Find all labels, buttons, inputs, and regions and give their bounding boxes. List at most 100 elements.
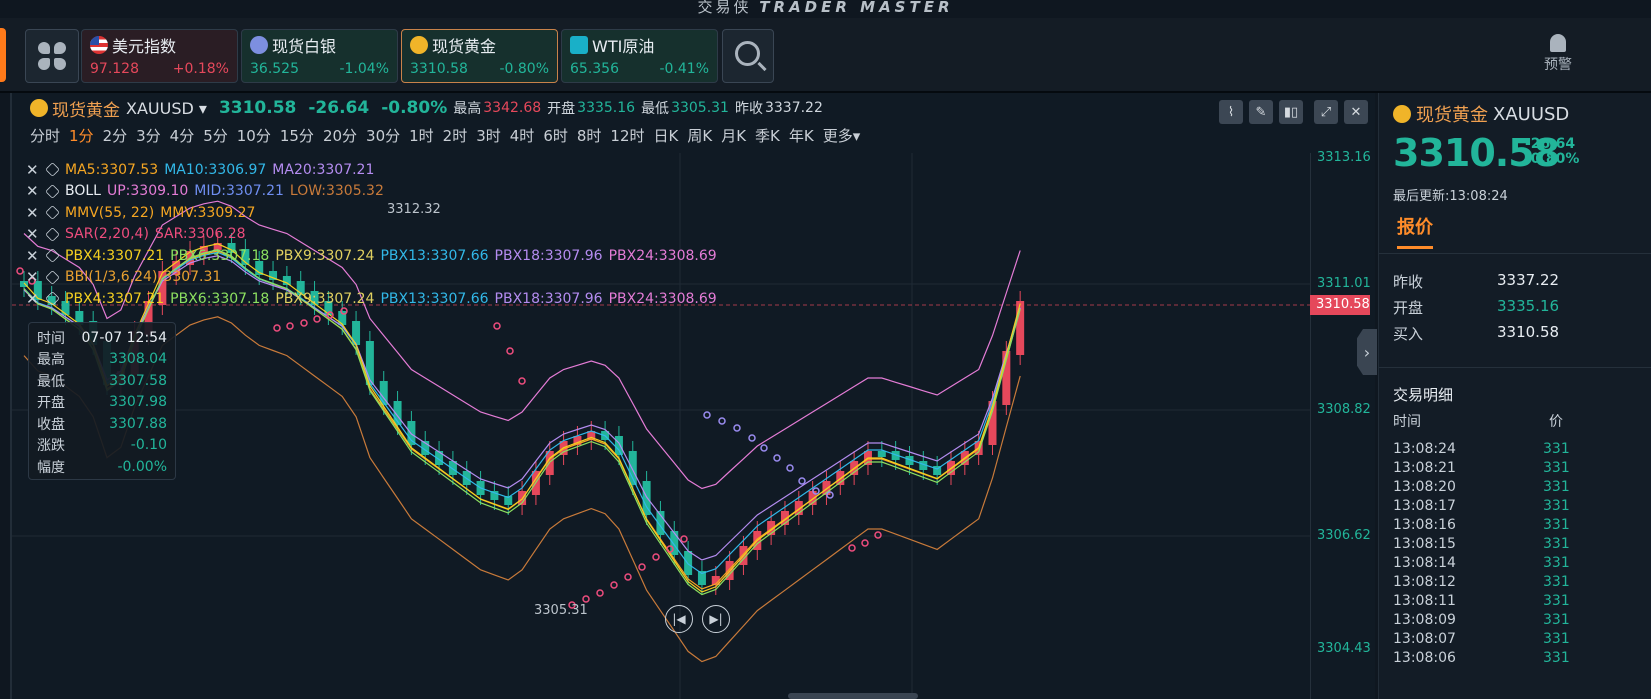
period-tab[interactable]: 1分 (69, 125, 94, 149)
period-tab[interactable]: 12时 (610, 125, 644, 149)
trade-row: 13:08:21 331 (1393, 460, 1651, 479)
trade-row: 13:08:14 331 (1393, 555, 1651, 574)
period-tab[interactable]: 2时 (443, 125, 468, 149)
quote-value: 3335.16 (1497, 297, 1560, 315)
period-tab[interactable]: 更多▾ (823, 125, 861, 149)
sar-dot (703, 411, 711, 419)
ticker-card-gold[interactable]: 现货黄金 3310.58 -0.80% (401, 29, 558, 83)
period-tab[interactable]: 4分 (170, 125, 195, 149)
ticker-change: -0.80% (499, 61, 549, 77)
period-tab[interactable]: 4时 (510, 125, 535, 149)
period-tab[interactable]: 10分 (237, 125, 271, 149)
legend-row-mmv: ✕ MMV(55, 22) MMV:3309.27 (26, 202, 717, 224)
legend-row-ma: ✕ MA5:3307.53 MA10:3306.97 MA20:3307.21 (26, 159, 717, 181)
prev-close-value: 3337.22 (764, 100, 823, 116)
sar-dot (610, 581, 618, 589)
close-icon[interactable]: ✕ (26, 161, 40, 179)
silver-icon (250, 36, 268, 54)
chart-change-pct: -0.80% (381, 98, 448, 118)
tab-quote[interactable]: 报价 (1397, 213, 1433, 239)
symbol-selector[interactable]: XAUUSD ▾ (126, 99, 207, 118)
settings-icon[interactable] (45, 226, 60, 242)
high-label: 最高 (453, 101, 482, 117)
period-tab[interactable]: 6时 (543, 125, 568, 149)
apps-grid-button[interactable] (25, 29, 79, 83)
chart-scrollbar[interactable] (788, 693, 918, 699)
draw-tool-button[interactable]: ✎ (1249, 100, 1273, 124)
alert-button[interactable]: 预警 (1538, 34, 1578, 74)
trade-time: 13:08:07 (1393, 631, 1456, 647)
period-tab[interactable]: 分时 (30, 125, 60, 149)
period-tab[interactable]: 8时 (577, 125, 602, 149)
sar-dot (313, 315, 321, 323)
ticker-card-wti[interactable]: WTI原油 65.356 -0.41% (561, 29, 718, 83)
indicator-tool-button[interactable]: ⌇ (1219, 100, 1243, 124)
ticker-name: 美元指数 (112, 37, 177, 56)
trades-col-price: 价 (1549, 414, 1563, 430)
ticker-price: 3310.58 (410, 61, 468, 77)
ticker-price: 65.356 (570, 61, 619, 77)
skip-back-icon: |◀ (672, 612, 686, 626)
period-tab[interactable]: 2分 (103, 125, 128, 149)
period-tab[interactable]: 1时 (409, 125, 434, 149)
trade-price: 331 (1543, 536, 1570, 552)
sar-dot (861, 539, 869, 547)
trades-list: 13:08:24 331 13:08:21 331 13:08:20 331 13:08:1… (1393, 441, 1651, 669)
tooltip-value: 3307.58 (109, 372, 167, 389)
candle (877, 451, 886, 457)
pbx6: PBX6:3307.18 (170, 247, 270, 264)
sar-dot (760, 444, 768, 452)
settings-icon[interactable] (45, 269, 60, 285)
quote-header: 现货黄金 XAUUSD (1393, 101, 1569, 127)
ticker-card-silver[interactable]: 现货白银 36.525 -1.04% (241, 29, 398, 83)
close-icon[interactable]: ✕ (26, 290, 40, 308)
close-icon[interactable]: ✕ (26, 247, 40, 265)
sar-dot (596, 589, 604, 597)
period-tab[interactable]: 15分 (280, 125, 314, 149)
expand-side-tab[interactable]: › (1357, 329, 1377, 375)
settings-icon[interactable] (45, 162, 60, 178)
settings-icon[interactable] (45, 183, 60, 199)
close-icon[interactable]: ✕ (26, 204, 40, 222)
period-tab[interactable]: 日K (654, 125, 679, 149)
expand-button[interactable]: ⤢ (1314, 100, 1338, 124)
side-menu-tab[interactable] (0, 28, 6, 82)
quote-value: 3310.58 (1497, 323, 1560, 341)
next-button[interactable]: ▶| (702, 605, 730, 633)
period-tab[interactable]: 30分 (366, 125, 400, 149)
candle-type-button[interactable]: ▮▯ (1279, 100, 1303, 124)
period-tab[interactable]: 月K (721, 125, 746, 149)
trade-row: 13:08:24 331 (1393, 441, 1651, 460)
settings-icon[interactable] (45, 205, 60, 221)
close-icon[interactable]: ✕ (26, 225, 40, 243)
sar-dot (638, 563, 646, 571)
close-chart-button[interactable]: ✕ (1344, 100, 1368, 124)
sar-dot (748, 434, 756, 442)
close-icon[interactable]: ✕ (26, 268, 40, 286)
tooltip-key: 涨跌 (37, 438, 65, 455)
trade-price: 331 (1543, 517, 1570, 533)
candle (407, 421, 416, 445)
period-tab[interactable]: 5分 (203, 125, 228, 149)
ticker-card-usd-index[interactable]: 美元指数 97.128 +0.18% (81, 29, 238, 83)
pbx9: PBX9:3307.24 (275, 290, 375, 307)
sar-value: SAR:3306.28 (154, 226, 246, 243)
period-tab[interactable]: 3分 (136, 125, 161, 149)
search-button[interactable] (722, 29, 774, 83)
period-tab[interactable]: 周K (687, 125, 712, 149)
quote-value: 3337.22 (1497, 271, 1560, 289)
bell-icon (1550, 34, 1566, 52)
period-tab[interactable]: 20分 (323, 125, 357, 149)
ticker-price: 97.128 (90, 61, 139, 77)
tooltip-row: 最低 3307.58 (37, 370, 167, 392)
trade-price: 331 (1543, 441, 1570, 457)
period-tab[interactable]: 年K (789, 125, 814, 149)
period-tab[interactable]: 3时 (476, 125, 501, 149)
quote-row-open: 开盘 3335.16 (1393, 297, 1643, 318)
period-tab[interactable]: 季K (755, 125, 780, 149)
settings-icon[interactable] (45, 248, 60, 264)
settings-icon[interactable] (45, 291, 60, 307)
prev-button[interactable]: |◀ (665, 605, 693, 633)
trade-price: 331 (1543, 593, 1570, 609)
close-icon[interactable]: ✕ (26, 182, 40, 200)
